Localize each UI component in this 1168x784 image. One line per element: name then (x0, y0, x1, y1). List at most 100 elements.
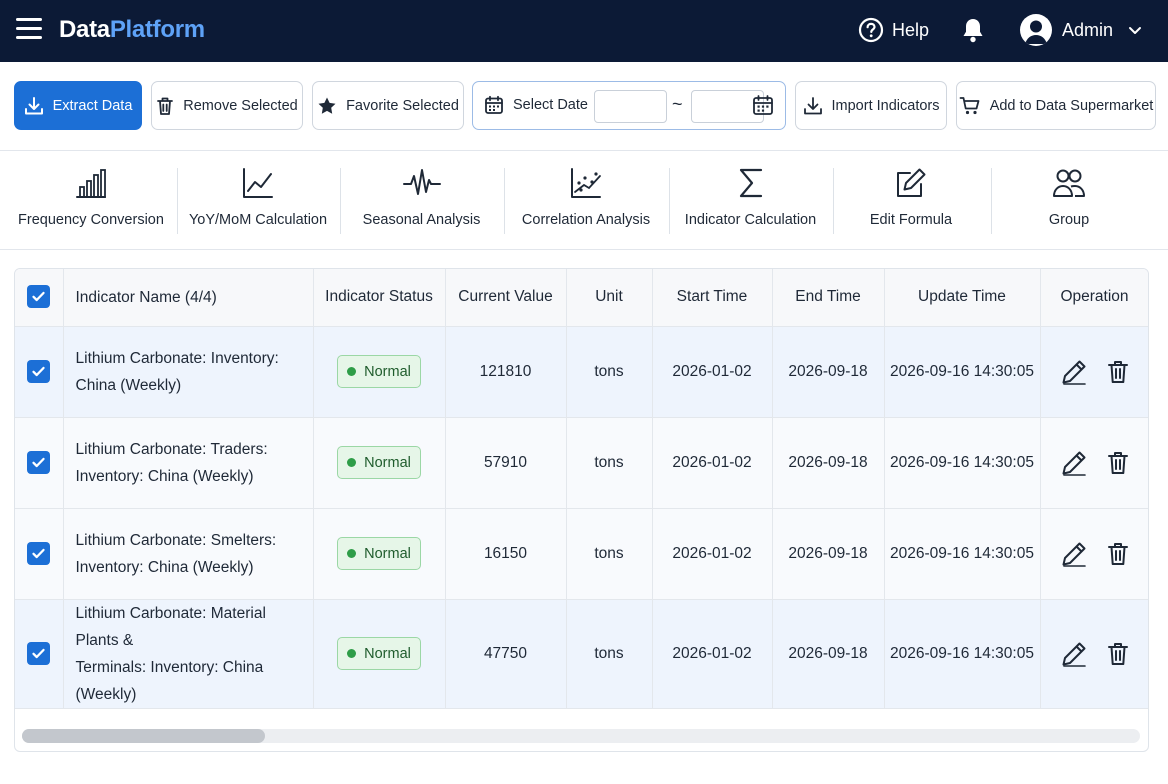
yoy-mom-calculation-tool[interactable]: YoY/MoM Calculation (182, 163, 334, 239)
chevron-down-icon (1129, 27, 1142, 34)
indicator-name-cell[interactable]: Lithium Carbonate: Material Plants & Term… (63, 599, 314, 709)
select-all-checkbox[interactable] (27, 285, 51, 309)
start-time-cell: 2026-01-02 (652, 508, 773, 600)
header-update-time[interactable]: Update Time (884, 269, 1041, 327)
unit-cell: tons (566, 326, 653, 418)
scrollbar-thumb[interactable] (22, 729, 265, 743)
header-operation: Operation (1040, 269, 1148, 327)
top-bar: DataPlatform Help Admin (0, 0, 1168, 62)
indicator-calculation-label: Indicator Calculation (684, 212, 817, 228)
select-all-cell (15, 269, 64, 327)
header-current-value[interactable]: Current Value (445, 269, 567, 327)
edit-icon[interactable] (1061, 541, 1087, 567)
analysis-tools-bar: Frequency Conversion YoY/MoM Calculation… (0, 151, 1168, 250)
end-time-cell: 2026-09-18 (772, 599, 885, 709)
delete-icon[interactable] (1107, 641, 1129, 667)
status-badge: Normal (337, 637, 421, 670)
header-end-time[interactable]: End Time (772, 269, 885, 327)
indicator-name-line2: Terminals: Inventory: China (Weekly) (75, 658, 264, 703)
header-unit[interactable]: Unit (566, 269, 653, 327)
seasonal-analysis-tool[interactable]: Seasonal Analysis (344, 163, 499, 239)
brand-logo[interactable]: DataPlatform (59, 16, 205, 44)
indicator-table-grid: Indicator Name (4/4) Indicator Status Cu… (15, 269, 1148, 709)
header-indicator-status[interactable]: Indicator Status (313, 269, 446, 327)
frequency-conversion-tool[interactable]: Frequency Conversion (8, 163, 174, 239)
user-menu[interactable]: Admin (1020, 14, 1143, 46)
delete-icon[interactable] (1107, 359, 1129, 385)
action-toolbar: Extract Data Remove Selected Favorite Se… (0, 62, 1168, 151)
table-row[interactable]: Lithium Carbonate: Inventory: China (Week… (15, 326, 1148, 418)
table-row[interactable]: Lithium Carbonate: Traders: Inventory: Ch… (15, 417, 1148, 509)
frequency-conversion-label: Frequency Conversion (18, 212, 164, 228)
status-dot-icon (347, 649, 357, 658)
indicator-calculation-tool[interactable]: Indicator Calculation (673, 163, 828, 239)
status-dot-icon (347, 458, 357, 467)
favorite-selected-button[interactable]: Favorite Selected (312, 81, 464, 130)
favorite-selected-label: Favorite Selected (346, 97, 459, 114)
indicator-name-line1: Lithium Carbonate: Smelters: (75, 531, 277, 549)
indicator-name-cell[interactable]: Lithium Carbonate: Traders: Inventory: Ch… (63, 417, 314, 509)
add-to-data-supermarket-label: Add to Data Supermarket (989, 97, 1154, 114)
delete-icon[interactable] (1107, 450, 1129, 476)
add-to-data-supermarket-button[interactable]: Add to Data Supermarket (956, 81, 1156, 130)
remove-selected-label: Remove Selected (183, 97, 298, 114)
horizontal-scrollbar[interactable] (22, 729, 1140, 743)
header-indicator-name[interactable]: Indicator Name (4/4) (63, 269, 314, 327)
header-start-time[interactable]: Start Time (652, 269, 773, 327)
status-label: Normal (364, 545, 411, 562)
status-cell: Normal (313, 599, 446, 709)
indicator-name-line1: Lithium Carbonate: Inventory: (75, 349, 279, 367)
group-tool[interactable]: Group (996, 163, 1142, 239)
indicator-name-line2: Inventory: China (Weekly) (75, 558, 254, 576)
edit-formula-tool[interactable]: Edit Formula (838, 163, 984, 239)
indicator-name-cell[interactable]: Lithium Carbonate: Smelters: Inventory: C… (63, 508, 314, 600)
start-date-input[interactable] (594, 90, 667, 123)
scatter-chart-icon (569, 163, 603, 203)
import-indicators-button[interactable]: Import Indicators (795, 81, 947, 130)
row-checkbox[interactable] (27, 359, 51, 383)
status-badge: Normal (337, 355, 421, 388)
update-time-cell: 2026-09-16 14:30:05 (884, 508, 1041, 600)
help-button[interactable]: Help (858, 17, 929, 43)
edit-icon[interactable] (1061, 641, 1087, 667)
import-indicators-label: Import Indicators (831, 97, 940, 114)
divider (833, 168, 834, 234)
status-dot-icon (347, 367, 357, 376)
status-label: Normal (364, 645, 411, 662)
status-dot-icon (347, 549, 357, 558)
indicator-table: Indicator Name (4/4) Indicator Status Cu… (14, 268, 1149, 752)
update-time-cell: 2026-09-16 14:30:05 (884, 326, 1041, 418)
edit-icon (894, 163, 928, 203)
indicator-name-cell[interactable]: Lithium Carbonate: Inventory: China (Week… (63, 326, 314, 418)
cart-icon (959, 96, 980, 114)
update-time-cell: 2026-09-16 14:30:05 (884, 599, 1041, 709)
table-row[interactable]: Lithium Carbonate: Material Plants & Term… (15, 599, 1148, 709)
extract-data-button[interactable]: Extract Data (14, 81, 142, 130)
edit-icon[interactable] (1061, 450, 1087, 476)
row-checkbox[interactable] (27, 450, 51, 474)
bar-chart-icon (75, 163, 107, 203)
correlation-analysis-label: Correlation Analysis (521, 212, 651, 228)
delete-icon[interactable] (1107, 541, 1129, 567)
indicator-name-line1: Lithium Carbonate: Material Plants & (75, 604, 266, 649)
status-cell: Normal (313, 417, 446, 509)
date-range-picker: Select Date ~ (472, 81, 786, 130)
menu-icon[interactable] (16, 18, 42, 44)
row-checkbox[interactable] (27, 641, 51, 665)
indicator-name-line2: Inventory: China (Weekly) (75, 467, 254, 485)
start-time-cell: 2026-01-02 (652, 599, 773, 709)
correlation-analysis-tool[interactable]: Correlation Analysis (509, 163, 663, 239)
status-badge: Normal (337, 537, 421, 570)
import-icon (803, 96, 822, 114)
edit-icon[interactable] (1061, 359, 1087, 385)
help-label: Help (892, 19, 930, 40)
date-separator: ~ (672, 94, 683, 114)
bell-icon[interactable] (960, 16, 986, 49)
row-checkbox[interactable] (27, 541, 51, 565)
unit-cell: tons (566, 417, 653, 509)
remove-selected-button[interactable]: Remove Selected (151, 81, 303, 130)
update-time-cell: 2026-09-16 14:30:05 (884, 417, 1041, 509)
calendar-picker-icon[interactable] (752, 94, 774, 121)
group-icon (1052, 163, 1086, 203)
table-row[interactable]: Lithium Carbonate: Smelters: Inventory: C… (15, 508, 1148, 600)
